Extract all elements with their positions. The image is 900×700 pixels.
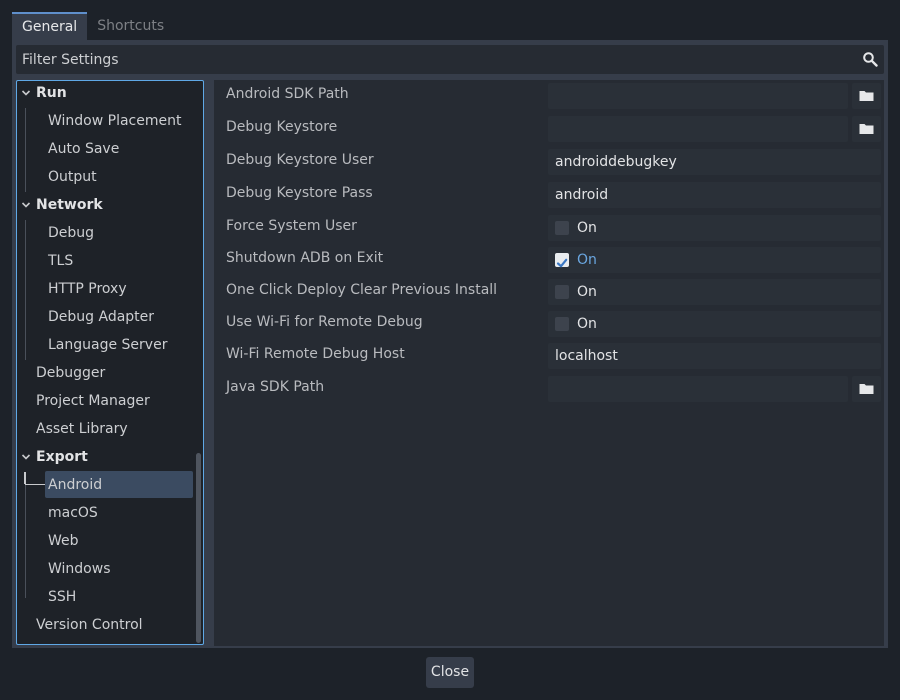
checkbox-use-wi-fi-for-remote-debug[interactable]: On <box>548 311 881 337</box>
tree-item-version-control[interactable]: Version Control <box>17 613 197 637</box>
browse-button-android-sdk-path[interactable] <box>852 83 881 109</box>
checkbox-one-click-deploy-clear-previous-install[interactable]: On <box>548 279 881 305</box>
tree-item-network[interactable]: Network <box>17 193 197 217</box>
settings-tree: Run Window Placement Auto Save Output Networ… <box>16 80 204 645</box>
tree-item-label: Web <box>48 533 79 549</box>
tree-item-label: Debug <box>48 225 95 241</box>
tree-item-tls[interactable]: TLS <box>17 249 197 273</box>
checkbox-label: On <box>577 220 597 236</box>
checkbox-unchecked[interactable] <box>555 317 569 331</box>
filter-bar <box>16 45 884 74</box>
text-field-wi-fi-remote-debug-host[interactable]: localhost <box>548 343 881 369</box>
tree-item-run[interactable]: Run <box>17 81 197 105</box>
browse-button-java-sdk-path[interactable] <box>852 376 881 402</box>
search-icon[interactable] <box>862 51 878 67</box>
chevron-down-icon[interactable] <box>21 200 31 210</box>
text-field-debug-keystore-pass[interactable]: android <box>548 182 881 208</box>
text-field-debug-keystore-user[interactable]: androiddebugkey <box>548 149 881 175</box>
tree-item-label: HTTP Proxy <box>48 281 127 297</box>
tree-item-label: Output <box>48 169 97 185</box>
tree-item-debug-adapter[interactable]: Debug Adapter <box>17 305 197 329</box>
checkbox-unchecked[interactable] <box>555 285 569 299</box>
checkbox-checked[interactable] <box>555 253 569 268</box>
tree-item-macos[interactable]: macOS <box>17 501 197 525</box>
tree-item-label: Window Placement <box>48 113 182 129</box>
tree-item-http-proxy[interactable]: HTTP Proxy <box>17 277 197 301</box>
tree-item-label: Run <box>36 85 67 101</box>
property-label-use-wi-fi-for-remote-debug: Use Wi-Fi for Remote Debug <box>226 314 423 330</box>
browse-button-debug-keystore[interactable] <box>852 116 881 142</box>
tree-item-label: Debugger <box>36 365 106 381</box>
property-label-debug-keystore: Debug Keystore <box>226 119 338 135</box>
folder-icon <box>859 124 874 134</box>
tab-shortcuts[interactable]: Shortcuts <box>87 12 174 40</box>
tree-item-export[interactable]: Export <box>17 445 197 469</box>
property-label-java-sdk-path: Java SDK Path <box>226 379 325 395</box>
properties-panel: Android SDK Path Debug Keystore Debug Keys… <box>214 80 884 646</box>
chevron-down-icon[interactable] <box>21 452 31 462</box>
checkbox-force-system-user[interactable]: On <box>548 215 881 241</box>
tab-bar: General Shortcuts <box>12 12 174 42</box>
tree-item-debug[interactable]: Debug <box>17 221 197 245</box>
tree-item-output[interactable]: Output <box>17 165 197 189</box>
tree-item-ssh[interactable]: SSH <box>17 585 197 609</box>
checkbox-unchecked[interactable] <box>555 221 569 235</box>
path-field-java-sdk-path[interactable] <box>548 376 848 402</box>
tree-item-label: Android <box>48 477 103 493</box>
close-button[interactable]: Close <box>426 657 474 688</box>
tree-item-label: Version Control <box>36 617 143 633</box>
tree-item-web[interactable]: Web <box>17 529 197 553</box>
tree-item-label: macOS <box>48 505 98 521</box>
tab-general[interactable]: General <box>12 12 88 42</box>
tree-item-windows[interactable]: Windows <box>17 557 197 581</box>
checkbox-label: On <box>577 284 597 300</box>
tree-item-label: TLS <box>48 253 74 269</box>
checkbox-shutdown-adb-on-exit[interactable]: On <box>548 247 881 273</box>
tree-item-label: SSH <box>48 589 77 605</box>
folder-icon <box>859 384 874 394</box>
property-label-shutdown-adb-on-exit: Shutdown ADB on Exit <box>226 250 384 266</box>
tree-item-android[interactable]: Android <box>17 473 197 497</box>
property-label-wi-fi-remote-debug-host: Wi-Fi Remote Debug Host <box>226 346 405 362</box>
checkbox-label: On <box>577 316 597 332</box>
property-label-one-click-deploy-clear-previous-install: One Click Deploy Clear Previous Install <box>226 282 498 298</box>
tree-item-label: Asset Library <box>36 421 128 437</box>
property-label-debug-keystore-user: Debug Keystore User <box>226 152 374 168</box>
filter-settings-input[interactable] <box>16 45 846 74</box>
folder-icon <box>859 91 874 101</box>
tree-item-label: Network <box>36 197 103 213</box>
property-label-debug-keystore-pass: Debug Keystore Pass <box>226 185 373 201</box>
tree-item-auto-save[interactable]: Auto Save <box>17 137 197 161</box>
path-field-debug-keystore[interactable] <box>548 116 848 142</box>
tree-item-debugger[interactable]: Debugger <box>17 361 197 385</box>
chevron-down-icon[interactable] <box>21 88 31 98</box>
check-icon <box>556 258 568 268</box>
tree-item-language-server[interactable]: Language Server <box>17 333 197 357</box>
checkbox-label: On <box>577 252 597 268</box>
tree-item-project-manager[interactable]: Project Manager <box>17 389 197 413</box>
property-label-force-system-user: Force System User <box>226 218 357 234</box>
tree-item-asset-library[interactable]: Asset Library <box>17 417 197 441</box>
tree-item-label: Auto Save <box>48 141 120 157</box>
tree-item-label: Export <box>36 449 88 465</box>
tree-item-label: Project Manager <box>36 393 150 409</box>
tree-item-window-placement[interactable]: Window Placement <box>17 109 197 133</box>
tree-item-label: Windows <box>48 561 111 577</box>
tree-item-label: Language Server <box>48 337 168 353</box>
tree-item-label: Debug Adapter <box>48 309 155 325</box>
path-field-android-sdk-path[interactable] <box>548 83 848 109</box>
property-label-android-sdk-path: Android SDK Path <box>226 86 349 102</box>
